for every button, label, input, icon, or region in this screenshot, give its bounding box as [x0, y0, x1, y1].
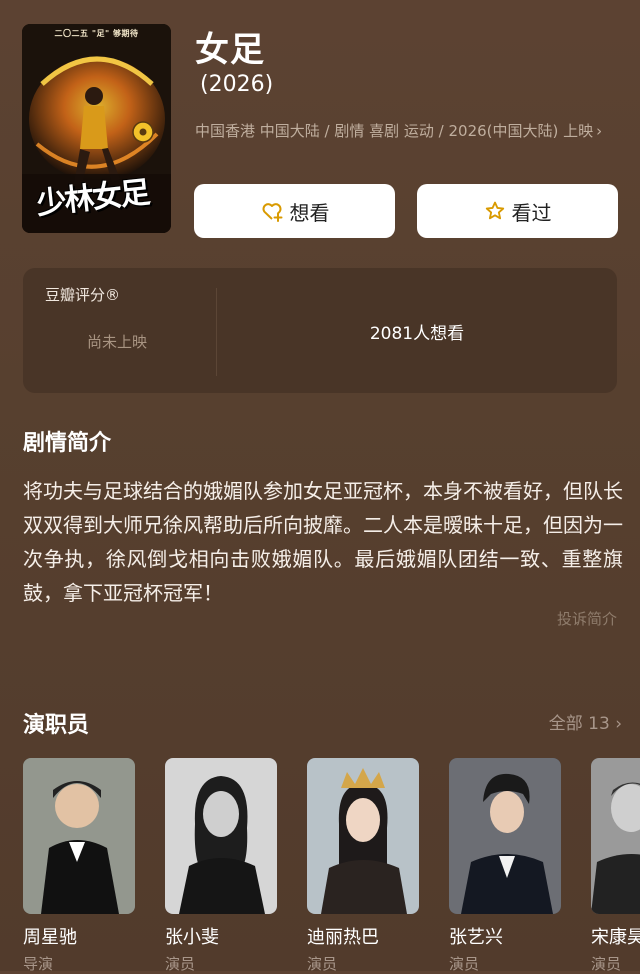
cast-photo: [449, 758, 561, 914]
cast-photo: [23, 758, 135, 914]
cast-name: 周星驰: [23, 927, 77, 948]
movie-poster[interactable]: 二〇二五 "足" 够期待 少林女足: [22, 24, 171, 233]
chevron-right-icon: ›: [596, 122, 603, 140]
cast-card[interactable]: 周星驰 导演: [23, 758, 135, 974]
movie-detail-page: 二〇二五 "足" 够期待 少林女足 女足 (2026) 中国香港 中国大陆 / …: [0, 0, 640, 974]
cast-card[interactable]: 迪丽热巴 演员: [307, 758, 419, 974]
cast-name: 张艺兴: [449, 927, 503, 948]
cast-card[interactable]: 张小斐 演员: [165, 758, 277, 974]
cast-view-all-link[interactable]: 全部 13 ›: [549, 709, 622, 734]
rating-panel: 豆瓣评分® 尚未上映 2081人想看: [23, 268, 617, 393]
watched-button[interactable]: 看过: [417, 184, 618, 238]
star-icon: [484, 200, 506, 222]
poster-caption: 二〇二五 "足" 够期待: [54, 29, 139, 38]
want-count: 2081人想看: [369, 324, 465, 344]
cast-photo: [307, 758, 419, 914]
watched-label: 看过: [511, 200, 552, 225]
want-to-watch-label: 想看: [289, 200, 330, 225]
movie-year: (2026): [200, 72, 274, 97]
cast-card[interactable]: 宋康昊 演员: [591, 758, 640, 974]
movie-meta-text: 中国香港 中国大陆 / 剧情 喜剧 运动 / 2026(中国大陆) 上映: [195, 122, 594, 140]
cast-photo: [165, 758, 277, 914]
cast-name: 张小斐: [165, 927, 219, 948]
cast-photo: [591, 758, 640, 914]
movie-meta[interactable]: 中国香港 中国大陆 / 剧情 喜剧 运动 / 2026(中国大陆) 上映 ›: [195, 117, 620, 145]
rating-status: 尚未上映: [87, 333, 148, 351]
report-synopsis-link[interactable]: 投诉简介: [557, 608, 617, 629]
heart-plus-icon: [260, 199, 284, 223]
want-to-watch-button[interactable]: 想看: [194, 184, 395, 238]
cast-card[interactable]: 张艺兴 演员: [449, 758, 561, 974]
synopsis-text: 将功夫与足球结合的娥媚队参加女足亚冠杯，本身不被看好，但队长双双得到大师兄徐风帮…: [23, 479, 623, 605]
cast-heading: 演职员: [23, 713, 90, 738]
douban-rating-label: 豆瓣评分®: [45, 286, 121, 304]
synopsis-heading: 剧情简介: [23, 431, 112, 456]
cast-name: 宋康昊: [591, 927, 640, 948]
cast-name: 迪丽热巴: [307, 927, 379, 948]
movie-title: 女足: [195, 30, 265, 70]
